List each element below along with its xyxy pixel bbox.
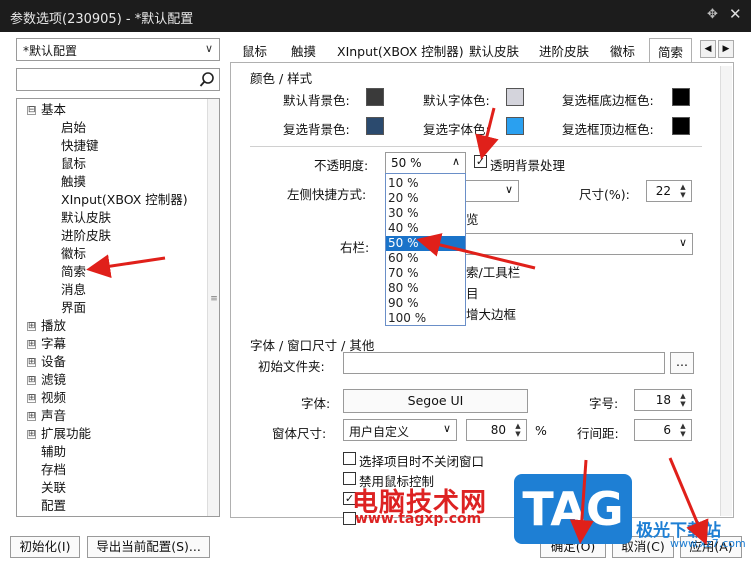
- arrow-to-apply: [668, 457, 709, 546]
- arrow-to-jiansuo: [86, 254, 166, 279]
- arrow-to-50-percent: [416, 233, 536, 270]
- arrow-to-transparent: [475, 107, 499, 160]
- annotation-arrows: [86, 107, 709, 546]
- arrow-to-ok: [569, 459, 594, 544]
